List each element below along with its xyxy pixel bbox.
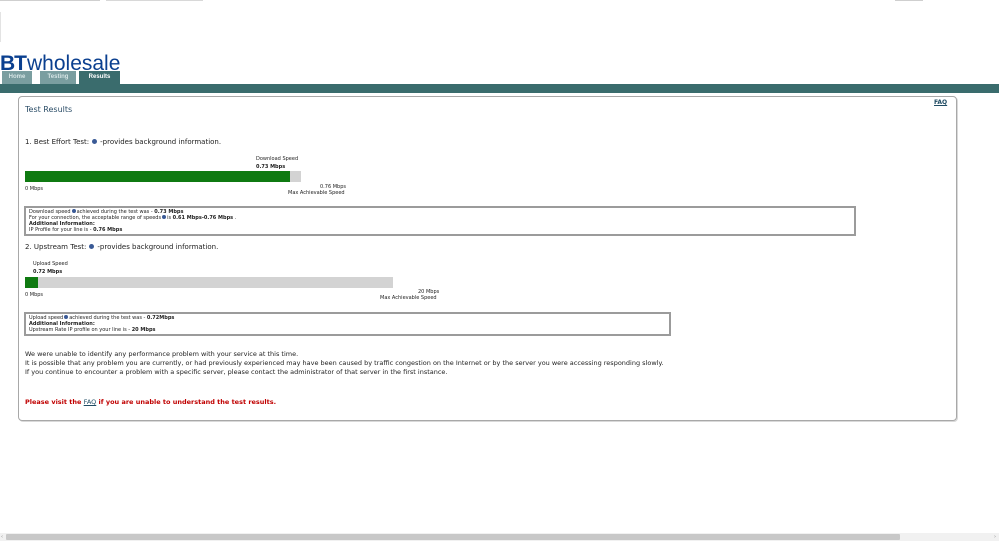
help-prefix: Please visit the xyxy=(25,398,84,406)
download-progress-bar xyxy=(25,171,301,182)
info-icon[interactable] xyxy=(92,139,98,144)
upload-heading-text: 2. Upstream Test: xyxy=(25,243,87,251)
upload-min-label: 0 Mbps xyxy=(25,292,44,298)
download-min-label: 0 Mbps xyxy=(25,186,44,192)
download-section-heading: 1. Best Effort Test: -provides background… xyxy=(25,138,221,146)
download-progress-fill xyxy=(25,171,290,182)
info-text: Upstream Rate IP profile on your line is… xyxy=(29,327,132,333)
upload-info-line: Upstream Rate IP profile on your line is… xyxy=(29,327,156,333)
page-title: Test Results xyxy=(25,105,73,114)
info-text: . xyxy=(233,215,237,221)
top-edge-segment xyxy=(895,0,923,1)
upload-section-heading: 2. Upstream Test: -provides background in… xyxy=(25,243,218,251)
info-icon[interactable] xyxy=(64,315,69,319)
upload-max-label: Max Achievable Speed xyxy=(380,295,437,301)
download-info-box: Download speed achieved during the test w… xyxy=(24,206,856,236)
upload-heading-suffix: -provides background information. xyxy=(97,243,219,251)
tab-home[interactable]: Home xyxy=(2,71,32,84)
scroll-left-icon[interactable]: ‹ xyxy=(1,535,4,540)
upload-info-box: Upload speed achieved during the test was… xyxy=(24,312,671,336)
download-heading-suffix: -provides background information. xyxy=(100,138,222,146)
tab-results[interactable]: Results xyxy=(79,71,120,84)
upload-ip-profile-value: 20 Mbps xyxy=(131,327,156,333)
scroll-right-icon[interactable]: › xyxy=(994,535,997,540)
download-ip-profile-value: 0.76 Mbps xyxy=(93,227,123,233)
left-edge xyxy=(0,12,1,42)
faq-help-text: Please visit the FAQ if you are unable t… xyxy=(25,398,276,406)
info-text: IP Profile for your line is - xyxy=(29,227,94,233)
scrollbar-thumb[interactable] xyxy=(6,534,900,540)
upload-speed-value: 0.72 Mbps xyxy=(33,269,63,275)
result-message-line: We were unable to identify any performan… xyxy=(25,350,299,358)
horizontal-scrollbar[interactable]: ‹ › xyxy=(0,533,999,541)
download-range-value: 0.61 Mbps-0.76 Mbps xyxy=(172,215,234,221)
upload-achieved-value: 0.72Mbps xyxy=(146,315,175,321)
download-max-label: Max Achievable Speed xyxy=(288,190,345,196)
upload-speed-label: Upload Speed xyxy=(33,261,68,267)
upload-progress-fill xyxy=(25,277,39,288)
download-speed-label: Download Speed xyxy=(256,156,299,162)
faq-inline-link[interactable]: FAQ xyxy=(84,398,97,406)
download-info-line: IP Profile for your line is - 0.76 Mbps xyxy=(29,227,122,233)
info-icon[interactable] xyxy=(162,215,167,219)
download-heading-text: 1. Best Effort Test: xyxy=(25,138,90,146)
result-message-line: It is possible that any problem you are … xyxy=(25,359,664,367)
faq-link[interactable]: FAQ xyxy=(934,99,947,106)
info-icon[interactable] xyxy=(71,209,76,213)
download-speed-value: 0.73 Mbps xyxy=(256,164,286,170)
tab-testing[interactable]: Testing xyxy=(40,71,76,84)
top-edge xyxy=(0,0,999,2)
nav-bar xyxy=(0,84,999,93)
result-message-line: If you continue to encounter a problem w… xyxy=(25,368,448,376)
upload-progress-bar xyxy=(25,277,393,288)
help-suffix: if you are unable to understand the test… xyxy=(96,398,277,406)
top-edge-segment xyxy=(106,0,203,1)
info-icon[interactable] xyxy=(89,244,95,249)
top-edge-segment xyxy=(0,0,100,1)
